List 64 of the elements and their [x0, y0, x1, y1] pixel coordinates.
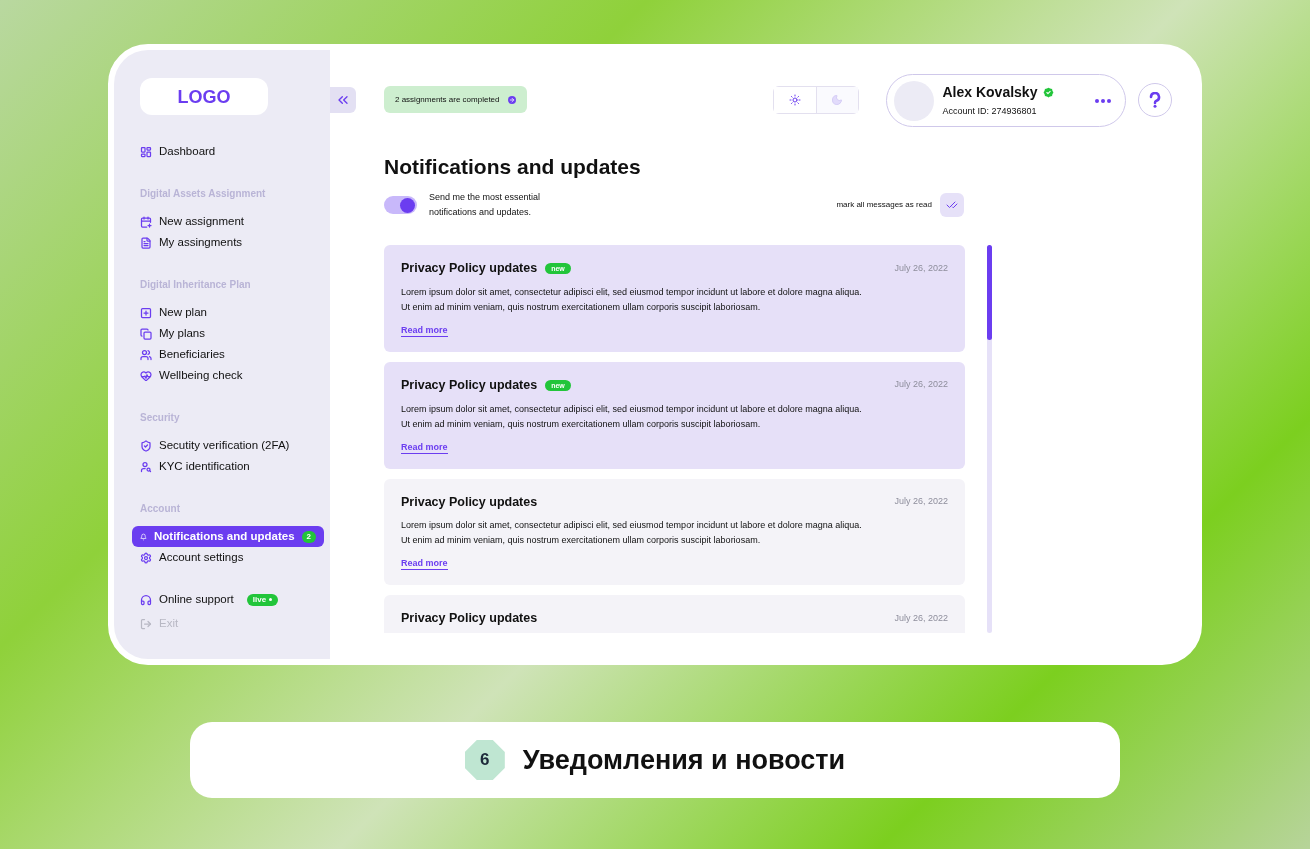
notification-title: Privacy Policy updates	[401, 493, 538, 511]
nav-item[interactable]: Account settings	[132, 547, 324, 568]
notification-date: July 26, 2022	[894, 261, 948, 275]
copy-icon	[140, 327, 152, 340]
logout-icon	[140, 617, 152, 630]
calendar-icon	[140, 215, 152, 228]
nav-item[interactable]: Notifications and updates 2	[132, 526, 324, 547]
notification-text: Ut enim ad minim veniam, quis nostrum exercitationem ullam corporis suscipit laboriosam.	[401, 300, 762, 314]
settings-icon	[140, 551, 152, 564]
collapse-button[interactable]	[330, 87, 356, 113]
more-icon[interactable]	[1094, 98, 1111, 103]
plus-icon	[140, 306, 152, 319]
notification-text: Lorem ipsum dolor sit amet, consectetur adipisci elit, sed eiusmod tempor incidunt ut labore et dolore magna aliqua.	[401, 519, 863, 533]
nav-item[interactable]: Wellbeing check	[132, 365, 324, 386]
bell-icon	[140, 530, 147, 543]
user-search-icon	[140, 460, 152, 473]
nav-item[interactable]: My plans	[132, 323, 324, 344]
notification-text: Ut enim ad minim veniam, quis nostrum exercitationem ullam corporis suscipit laboriosam.	[401, 417, 762, 431]
nav-item[interactable]: Online support live	[140, 590, 326, 609]
mark-read-label: mark all messages as read	[836, 199, 932, 211]
read-more-link[interactable]: Read more	[401, 440, 448, 454]
nav-item[interactable]: Secutity verification (2FA)	[132, 435, 324, 456]
headset-icon	[140, 593, 152, 606]
notification-text: Lorem ipsum dolor sit amet, consectetur adipisci elit, sed eiusmod tempor incidunt ut labore et dolore magna aliqua.	[401, 402, 863, 416]
notification-title: Privacy Policy updates	[401, 610, 538, 628]
scrollbar-thumb[interactable]	[987, 245, 992, 340]
logo-text: LOGO	[177, 85, 231, 109]
page-title: Notifications and updates	[384, 154, 642, 180]
toggle-switch[interactable]	[384, 196, 417, 214]
mark-read-button[interactable]	[940, 193, 964, 217]
read-more-link[interactable]: Read more	[401, 323, 448, 337]
sun-icon	[788, 94, 801, 106]
double-check-icon	[946, 199, 958, 211]
nav-item[interactable]: Beneficiaries	[132, 344, 324, 365]
notification-text: Lorem ipsum dolor sit amet, consectetur adipisci elit, sed eiusmod tempor incidunt ut labore et dolore magna aliqua.	[401, 285, 863, 299]
moon-icon	[831, 94, 843, 106]
question-icon	[1148, 92, 1161, 108]
status-text: 2 assignments are completed	[395, 93, 500, 106]
toggle-label: Send me the most essential notifications and updates.	[429, 191, 542, 219]
step-number: 6	[464, 740, 505, 780]
notification-date: July 26, 2022	[894, 611, 948, 625]
notification-date: July 26, 2022	[894, 495, 948, 509]
notification-title: Privacy Policy updates	[401, 260, 538, 277]
notification-date: July 26, 2022	[894, 378, 948, 392]
nav-item[interactable]: KYC identification	[132, 456, 324, 477]
heart-pulse-icon	[140, 369, 152, 382]
nav-item[interactable]: Dashboard	[132, 141, 324, 162]
avatar	[893, 80, 934, 121]
nav-item[interactable]: New assignment	[132, 211, 324, 232]
live-badge: live	[246, 593, 279, 606]
user-name: Alex Kovalsky	[942, 83, 1038, 103]
users-icon	[140, 348, 152, 361]
notification-text: Ut enim ad minim veniam, quis nostrum exercitationem ullam corporis suscipit laboriosam.	[401, 534, 762, 548]
notification-title: Privacy Policy updates	[401, 376, 538, 394]
shield-icon	[140, 439, 152, 452]
document-icon	[140, 236, 152, 249]
read-more-link[interactable]: Read more	[401, 557, 448, 571]
nav-item[interactable]: New plan	[132, 302, 324, 323]
dashboard-icon	[140, 145, 152, 158]
status-pill[interactable]: 2 assignments are completed	[384, 86, 527, 113]
caption-text: Уведомления и новости	[522, 743, 846, 777]
nav-item[interactable]: My assingments	[132, 232, 324, 253]
account-id: Account ID: 274936801	[942, 105, 1038, 119]
count-badge: 2	[301, 530, 316, 543]
